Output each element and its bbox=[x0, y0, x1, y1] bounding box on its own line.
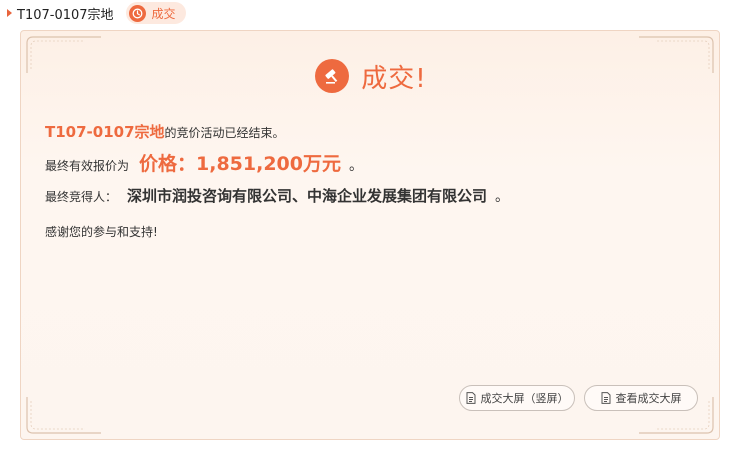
auction-ended-text: 的竞价活动已经结束。 bbox=[164, 126, 285, 140]
vertical-screen-button[interactable]: 成交大屏（竖屏） bbox=[459, 385, 575, 411]
result-title: 成交! bbox=[361, 63, 427, 94]
winner-name: 深圳市润投咨询有限公司、中海企业发展集团有限公司 bbox=[127, 187, 488, 205]
document-icon bbox=[601, 392, 611, 404]
result-card: 成交! T107-0107宗地 的竞价活动已经结束。 最终有效报价为 价格：1,… bbox=[20, 30, 720, 440]
play-arrow-icon bbox=[7, 9, 12, 17]
corner-ornament bbox=[26, 397, 101, 434]
final-price-label: 最终有效报价为 bbox=[45, 159, 130, 173]
hammer-icon bbox=[315, 59, 350, 93]
winner-line: 最终竞得人： 深圳市润投咨询有限公司、中海企业发展集团有限公司 。 bbox=[45, 185, 705, 215]
thanks-text: 感谢您的参与和支持! bbox=[45, 225, 158, 239]
parcel-title: T107-0107宗地 bbox=[17, 7, 114, 23]
final-price-value: 价格：1,851,200万元 bbox=[139, 153, 341, 175]
winner-end: 。 bbox=[495, 189, 510, 205]
status-badge: 成交 bbox=[125, 2, 186, 24]
view-screen-button[interactable]: 查看成交大屏 bbox=[584, 385, 698, 411]
result-details: T107-0107宗地 的竞价活动已经结束。 最终有效报价为 价格：1,851,… bbox=[45, 121, 705, 245]
parcel-code: T107-0107宗地 bbox=[45, 123, 165, 141]
clock-icon bbox=[128, 4, 146, 22]
winner-label: 最终竞得人： bbox=[45, 190, 118, 204]
document-icon bbox=[466, 392, 476, 404]
result-heading: 成交! bbox=[21, 53, 721, 99]
vertical-screen-label: 成交大屏（竖屏） bbox=[480, 392, 569, 405]
status-badge-label: 成交 bbox=[151, 6, 176, 21]
final-price-line: 最终有效报价为 价格：1,851,200万元 。 bbox=[45, 149, 705, 183]
view-screen-label: 查看成交大屏 bbox=[615, 392, 682, 405]
thanks-line: 感谢您的参与和支持! bbox=[45, 223, 705, 245]
page-header: T107-0107宗地 成交 bbox=[0, 0, 740, 26]
auction-ended-line: T107-0107宗地 的竞价活动已经结束。 bbox=[45, 121, 705, 143]
final-price-end: 。 bbox=[349, 158, 363, 174]
